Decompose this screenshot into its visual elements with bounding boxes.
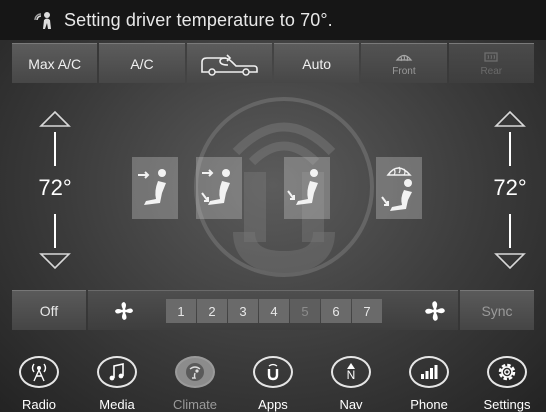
nav-phone[interactable]: Phone	[390, 348, 468, 412]
max-ac-label: Max A/C	[28, 55, 82, 72]
compass-letter: N	[346, 368, 356, 382]
climate-top-controls: Max A/C A/C Auto Front Rear	[12, 43, 534, 83]
climate-icon	[175, 356, 215, 388]
nav-media[interactable]: Media	[78, 348, 156, 412]
fan-level-4[interactable]: 4	[259, 299, 289, 323]
front-defrost-icon	[395, 54, 413, 61]
nav-settings-label: Settings	[483, 397, 531, 412]
compass-icon: N	[331, 356, 371, 388]
nav-apps-label: Apps	[258, 397, 288, 412]
mix-defrost-airflow-icon	[381, 166, 412, 211]
floor-airflow-icon	[287, 169, 318, 205]
signal-bars-icon	[409, 356, 449, 388]
auto-button[interactable]: Auto	[273, 43, 360, 83]
driver-temp-up-icon[interactable]	[25, 110, 85, 170]
fan-level-5[interactable]: 5	[290, 299, 320, 323]
driver-temperature-value: 72°	[38, 175, 72, 200]
rear-defrost-icon	[484, 51, 498, 62]
mix-defrost-mode-button[interactable]	[376, 157, 422, 219]
floor-mode-button[interactable]	[284, 157, 330, 219]
recirculation-button[interactable]	[186, 43, 272, 83]
fan-speed-levels: 1 2 3 4 5 6 7	[166, 299, 382, 323]
radio-icon	[19, 356, 59, 388]
ac-label: A/C	[130, 55, 154, 72]
driver-temperature-control: 72°	[25, 110, 85, 270]
passenger-temp-up-icon[interactable]	[480, 110, 540, 170]
passenger-temperature-value: 72°	[493, 175, 527, 200]
max-ac-button[interactable]: Max A/C	[12, 43, 98, 83]
front-defrost-button[interactable]: Front	[361, 43, 447, 83]
voice-command-icon	[34, 12, 51, 29]
fan-level-6[interactable]: 6	[321, 299, 351, 323]
status-bar: Setting driver temperature to 70°.	[0, 0, 546, 40]
panel-airflow-icon	[138, 169, 166, 205]
climate-screen: Setting driver temperature to 70°. Max A…	[0, 0, 546, 412]
front-defrost-label: Front	[392, 65, 416, 77]
rear-defrost-button[interactable]: Rear	[448, 43, 534, 83]
fan-low-icon[interactable]	[114, 301, 134, 321]
fan-level-7[interactable]: 7	[352, 299, 382, 323]
auto-label: Auto	[302, 55, 332, 72]
bottom-navigation: Radio Media Climate Apps N Nav Phone Set…	[0, 348, 546, 412]
fan-level-1[interactable]: 1	[166, 299, 196, 323]
climate-off-label: Off	[39, 302, 59, 319]
sync-button[interactable]: Sync	[460, 290, 534, 330]
music-note-icon	[97, 356, 137, 388]
fan-speed-controls: Off 1 2 3 4 5 6 7 Sync	[12, 290, 534, 330]
apps-icon	[253, 356, 293, 388]
nav-radio[interactable]: Radio	[0, 348, 78, 412]
fan-high-icon[interactable]	[424, 300, 446, 322]
status-message: Setting driver temperature to 70°.	[64, 9, 333, 30]
nav-nav-label: Nav	[339, 397, 363, 412]
nav-settings[interactable]: Settings	[468, 348, 546, 412]
climate-off-button[interactable]: Off	[12, 290, 86, 330]
gear-icon	[487, 356, 527, 388]
bilevel-mode-button[interactable]	[196, 157, 242, 219]
passenger-temp-down-icon[interactable]	[480, 210, 540, 270]
passenger-temperature-control: 72°	[480, 110, 540, 270]
panel-mode-button[interactable]	[132, 157, 178, 219]
nav-radio-label: Radio	[22, 397, 56, 412]
fan-level-2[interactable]: 2	[197, 299, 227, 323]
ac-button[interactable]: A/C	[99, 43, 185, 83]
nav-climate-label: Climate	[172, 397, 218, 412]
fan-speed-track[interactable]: 1 2 3 4 5 6 7	[88, 290, 458, 330]
nav-phone-label: Phone	[410, 397, 448, 412]
bilevel-airflow-icon	[201, 169, 230, 205]
nav-media-label: Media	[99, 397, 135, 412]
recirculation-icon	[201, 53, 259, 76]
rear-defrost-label: Rear	[480, 65, 503, 77]
nav-nav[interactable]: N Nav	[312, 348, 390, 412]
nav-climate[interactable]: Climate	[156, 348, 234, 412]
fan-level-3[interactable]: 3	[228, 299, 258, 323]
driver-temp-down-icon[interactable]	[25, 210, 85, 270]
nav-apps[interactable]: Apps	[234, 348, 312, 412]
sync-label: Sync	[481, 302, 513, 319]
